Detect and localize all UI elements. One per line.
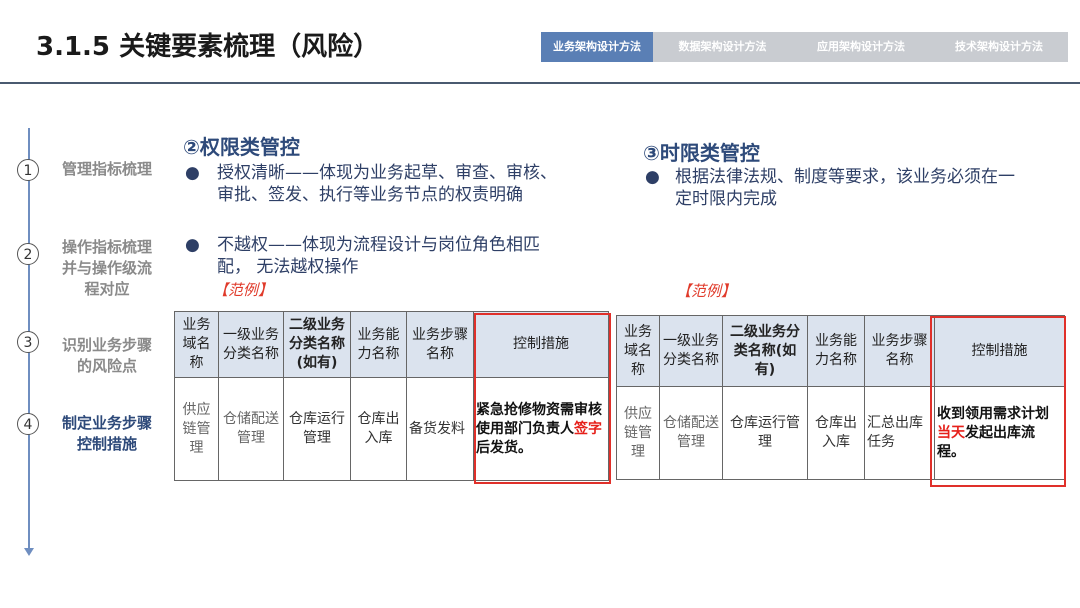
timeline-arrow-icon bbox=[24, 548, 34, 556]
header-level1: 一级业务分类名称 bbox=[659, 315, 723, 387]
example-label: 【范例】 bbox=[213, 281, 274, 299]
step-label: 识别业务步骤的风险点 bbox=[61, 336, 152, 375]
control-highlight: 当天 bbox=[937, 424, 965, 441]
method-tabs: 业务架构设计方法 数据架构设计方法 应用架构设计方法 技术架构设计方法 bbox=[541, 32, 1068, 62]
step-label-active: 制定业务步骤控制措施 bbox=[61, 414, 152, 453]
example-table-authority: 业务域名称 一级业务分类名称 二级业务分类名称(如有) 业务能力名称 业务步骤名… bbox=[174, 311, 609, 481]
cell-level2: 仓库运行管理 bbox=[722, 386, 808, 480]
bullet-text: 根据法律法规、制度等要求，该业务必须在一定时限内完成 bbox=[675, 167, 1015, 209]
header-step: 业务步骤名称 bbox=[406, 311, 474, 378]
table-header-row: 业务域名称 一级业务分类名称 二级业务分类名称(如有) 业务能力名称 业务步骤名… bbox=[174, 311, 609, 378]
step-number: 1 bbox=[17, 159, 39, 181]
table-header-row: 业务域名称 一级业务分类名称 二级业务分类名称(如有) 业务能力名称 业务步骤名… bbox=[616, 315, 1065, 387]
bullet-time-limit-1: ● 根据法律法规、制度等要求，该业务必须在一定时限内完成 bbox=[645, 166, 1035, 212]
cell-control: 紧急抢修物资需审核使用部门负责人签字后发货。 bbox=[473, 377, 609, 481]
step-label: 操作指标梳理并与操作级流程对应 bbox=[61, 238, 152, 298]
step-number: 2 bbox=[17, 243, 39, 265]
bullet-authority-1: ● 授权清晰——体现为业务起草、审查、审核、审批、签发、执行等业务节点的权责明确 bbox=[185, 162, 580, 232]
example-table-time-limit: 业务域名称 一级业务分类名称 二级业务分类名称(如有) 业务能力名称 业务步骤名… bbox=[616, 315, 1065, 480]
cell-step: 备货发料 bbox=[406, 377, 474, 481]
step-label: 管理指标梳理 bbox=[61, 160, 152, 178]
page-title: 3.1.5 关键要素梳理（风险） bbox=[36, 32, 380, 62]
section-title-authority: ②权限类管控 bbox=[183, 135, 300, 159]
header-level2: 二级业务分类名称(如有) bbox=[283, 311, 351, 378]
cell-step: 汇总出库任务 bbox=[864, 386, 935, 480]
header-control: 控制措施 bbox=[473, 311, 609, 378]
tab-business-architecture[interactable]: 业务架构设计方法 bbox=[541, 32, 653, 62]
cell-level1: 仓储配送管理 bbox=[218, 377, 284, 481]
bullet-dot-icon: ● bbox=[645, 167, 660, 187]
cell-capability: 仓库出入库 bbox=[807, 386, 865, 480]
header-level1: 一级业务分类名称 bbox=[218, 311, 284, 378]
tab-application-architecture[interactable]: 应用架构设计方法 bbox=[792, 32, 930, 62]
header-domain: 业务域名称 bbox=[616, 315, 660, 387]
tab-technology-architecture[interactable]: 技术架构设计方法 bbox=[930, 32, 1068, 62]
cell-level1: 仓储配送管理 bbox=[659, 386, 723, 480]
header-capability: 业务能力名称 bbox=[350, 311, 407, 378]
table-row: 供应链管理 仓储配送管理 仓库运行管理 仓库出入库 汇总出库任务 收到领用需求计… bbox=[616, 386, 1065, 480]
step-number: 4 bbox=[17, 413, 39, 435]
cell-capability: 仓库出入库 bbox=[350, 377, 407, 481]
control-highlight: 签字 bbox=[574, 420, 602, 437]
header-capability: 业务能力名称 bbox=[807, 315, 865, 387]
header-level2: 二级业务分类名称(如有) bbox=[722, 315, 808, 387]
bullet-dot-icon: ● bbox=[185, 235, 200, 255]
control-text-end: 后发货。 bbox=[476, 439, 532, 456]
cell-level2: 仓库运行管理 bbox=[283, 377, 351, 481]
control-text: 收到领用需求计划 bbox=[937, 405, 1049, 422]
cell-domain: 供应链管理 bbox=[616, 386, 660, 480]
section-title-time-limit: ③时限类管控 bbox=[643, 141, 760, 165]
example-label: 【范例】 bbox=[676, 282, 737, 300]
cell-control: 收到领用需求计划当天发起出库流程。 bbox=[934, 386, 1065, 480]
bullet-text: 授权清晰——体现为业务起草、审查、审核、审批、签发、执行等业务节点的权责明确 bbox=[217, 163, 557, 205]
bullet-text: 不越权——体现为流程设计与岗位角色相匹配， 无法越权操作 bbox=[217, 235, 540, 277]
table-row: 供应链管理 仓储配送管理 仓库运行管理 仓库出入库 备货发料 紧急抢修物资需审核… bbox=[174, 377, 609, 481]
bullet-dot-icon: ● bbox=[185, 163, 200, 183]
cell-domain: 供应链管理 bbox=[174, 377, 219, 481]
bullet-authority-2: ● 不越权——体现为流程设计与岗位角色相匹配， 无法越权操作 bbox=[185, 234, 580, 280]
header-step: 业务步骤名称 bbox=[864, 315, 935, 387]
step-number: 3 bbox=[17, 331, 39, 353]
tab-data-architecture[interactable]: 数据架构设计方法 bbox=[653, 32, 792, 62]
header-divider bbox=[0, 82, 1080, 84]
header-domain: 业务域名称 bbox=[174, 311, 219, 378]
header-control: 控制措施 bbox=[934, 315, 1065, 387]
